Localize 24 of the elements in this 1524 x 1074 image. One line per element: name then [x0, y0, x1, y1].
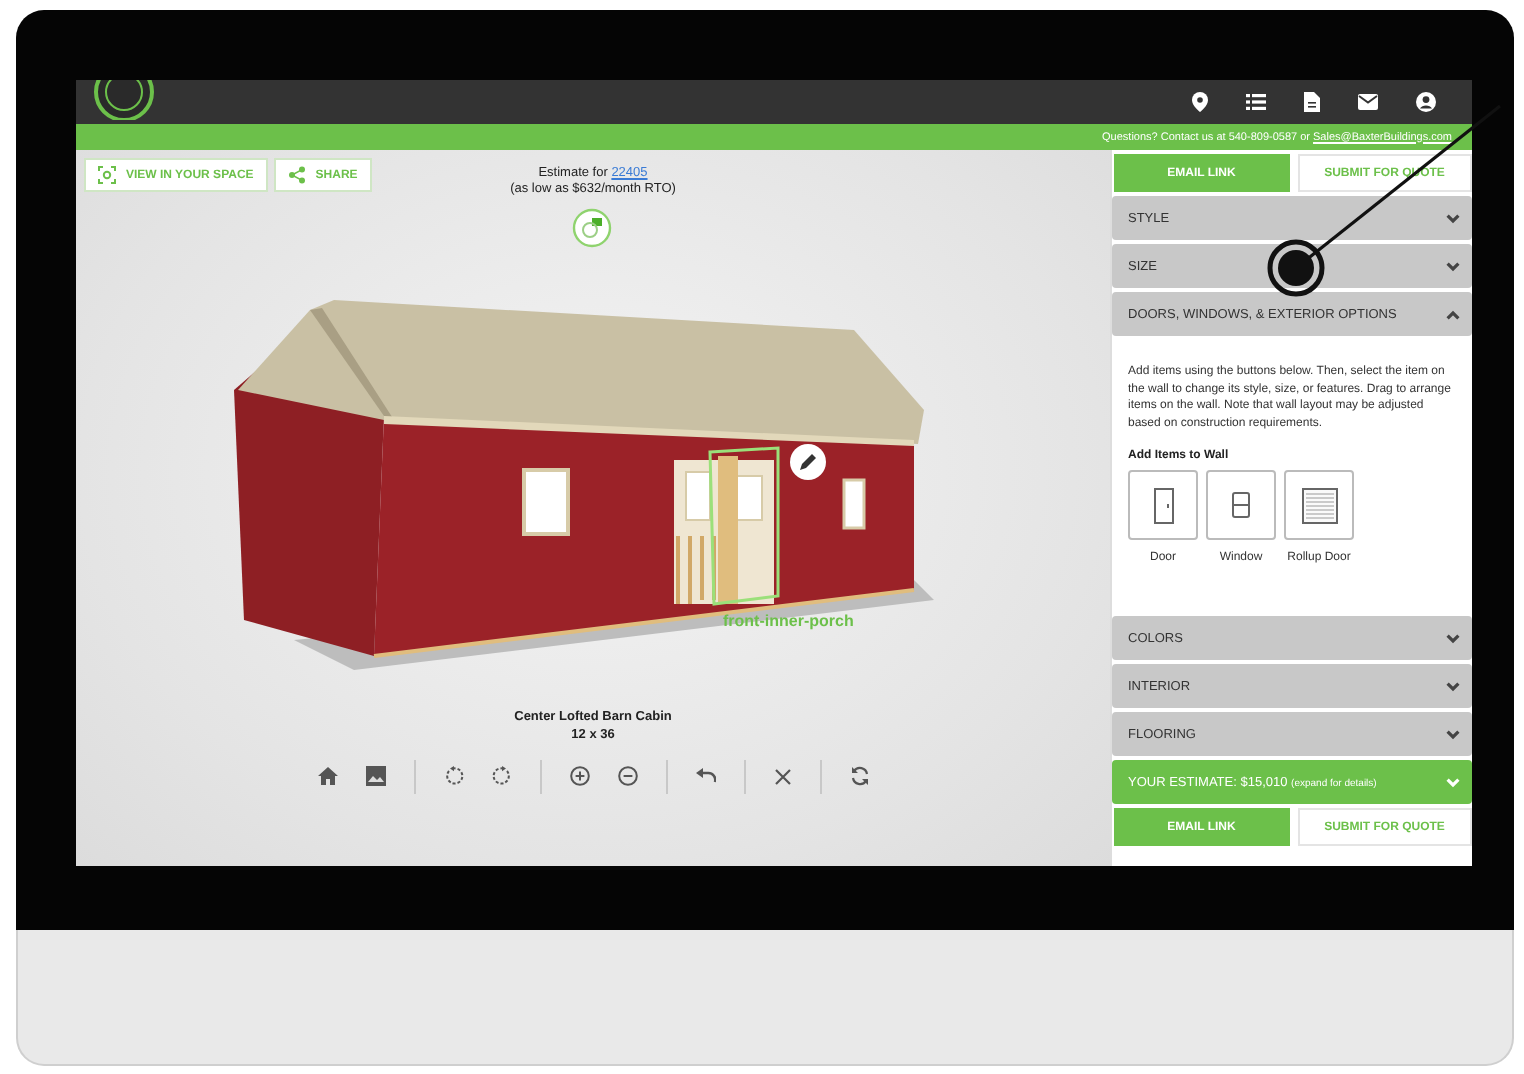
door-add-button[interactable] — [1128, 470, 1198, 540]
undo-icon[interactable] — [695, 768, 715, 784]
selection-label: front-inner-porch — [723, 612, 854, 630]
scan-frame-icon — [98, 166, 116, 184]
window-add-button[interactable] — [1206, 470, 1276, 540]
close-icon[interactable] — [773, 767, 791, 785]
list-icon[interactable] — [1246, 94, 1266, 110]
rotate-right-icon[interactable] — [491, 766, 511, 786]
refresh-icon[interactable] — [849, 766, 869, 786]
door-icon — [1153, 487, 1173, 523]
location-pin-icon[interactable] — [1192, 92, 1208, 112]
share-icon — [287, 166, 306, 184]
zoom-in-icon[interactable] — [569, 766, 589, 786]
edit-pencil-icon[interactable] — [789, 444, 825, 480]
home-icon[interactable] — [317, 766, 337, 786]
user-account-icon[interactable] — [1416, 92, 1436, 112]
rollup-add-button[interactable] — [1284, 470, 1354, 540]
rollup-door-icon — [1301, 487, 1337, 523]
rotate-left-icon[interactable] — [443, 766, 463, 786]
mail-icon[interactable] — [1358, 94, 1378, 110]
window-icon — [1232, 492, 1250, 518]
document-icon[interactable] — [1304, 92, 1320, 112]
zoom-out-icon[interactable] — [617, 766, 637, 786]
image-icon[interactable] — [365, 766, 385, 786]
